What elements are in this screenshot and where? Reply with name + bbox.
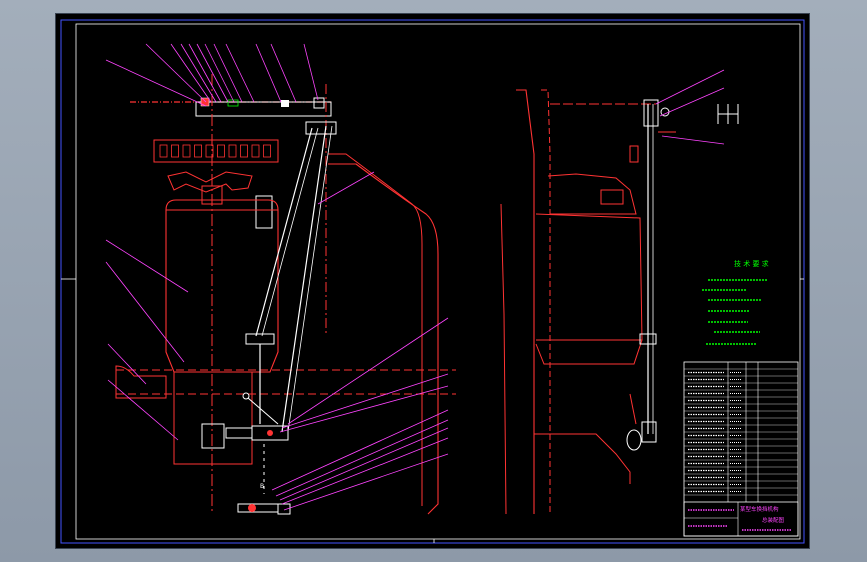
lower-housing bbox=[173, 372, 253, 465]
gearbox-lever bbox=[237, 503, 279, 513]
leader-line bbox=[281, 373, 449, 429]
technical-notes: 技 术 要 求 bbox=[702, 259, 769, 345]
drawing-name-line1: 某型车换挡机构 bbox=[740, 505, 779, 513]
side-bracket bbox=[629, 145, 639, 163]
note-lines bbox=[702, 279, 768, 345]
lever-guide bbox=[629, 393, 637, 425]
leader-line bbox=[145, 43, 207, 103]
grille-slot bbox=[194, 144, 202, 158]
push-rod-rear-edge bbox=[287, 125, 333, 433]
parts-list: 某型车换挡机构 总装配图 bbox=[683, 361, 799, 537]
right-side-view bbox=[500, 89, 739, 515]
gearbox-joint bbox=[277, 503, 291, 515]
outer-frame bbox=[60, 19, 805, 544]
leader-line bbox=[105, 239, 189, 293]
leader-line bbox=[180, 43, 217, 103]
rail-clip bbox=[227, 99, 239, 107]
leader-line bbox=[303, 43, 319, 101]
rail-bracket bbox=[313, 97, 325, 109]
leader-line bbox=[196, 43, 229, 103]
push-rod-rear bbox=[281, 125, 327, 433]
grille-slot bbox=[228, 144, 237, 158]
cab-outline-inner bbox=[328, 153, 423, 506]
arm-pivot bbox=[242, 392, 250, 400]
linkage-pivot bbox=[267, 430, 273, 436]
side-block bbox=[255, 195, 273, 229]
leader-line bbox=[107, 379, 179, 441]
valve-port bbox=[225, 427, 253, 439]
drawing-name-line2: 总装配图 bbox=[762, 516, 785, 524]
lower-valve bbox=[201, 423, 225, 449]
leader-line bbox=[105, 59, 207, 107]
grille-slots bbox=[159, 144, 271, 158]
lever-ball bbox=[626, 429, 642, 451]
gearbox-pivot bbox=[248, 504, 256, 512]
grille-slot bbox=[263, 144, 271, 158]
leader-line bbox=[204, 43, 235, 103]
leader-line bbox=[105, 261, 185, 363]
section-mark-label: B bbox=[260, 483, 264, 490]
cab-pillar-inner bbox=[541, 89, 551, 514]
assembly-drawing: B 技 术 要 求 某型车换挡机构 总装配图 bbox=[60, 19, 805, 544]
parts-list-rows bbox=[684, 368, 798, 496]
rail-bolt bbox=[200, 97, 210, 107]
leader-line bbox=[107, 343, 147, 385]
grille-slot bbox=[251, 144, 260, 158]
grille-slot bbox=[159, 144, 168, 158]
cab-back-wall bbox=[500, 203, 507, 515]
leader-line bbox=[661, 135, 725, 145]
leader-line bbox=[279, 427, 449, 501]
grille-slot bbox=[240, 144, 248, 158]
part-leaders-right bbox=[655, 69, 725, 145]
drawing-sheet[interactable]: B 技 术 要 求 某型车换挡机构 总装配图 bbox=[56, 14, 809, 548]
knob-plate bbox=[167, 171, 253, 193]
left-main-view: B bbox=[115, 74, 456, 515]
leader-line bbox=[655, 69, 725, 105]
leader-line bbox=[213, 43, 243, 103]
shift-pattern-icon bbox=[717, 104, 739, 124]
shift-rail bbox=[195, 101, 332, 117]
grille-slot bbox=[171, 144, 179, 158]
grille-slot bbox=[182, 144, 191, 158]
lever-foot bbox=[641, 421, 657, 443]
cab-pillar-outer bbox=[516, 89, 535, 514]
leader-line bbox=[279, 385, 449, 433]
leader-line bbox=[255, 43, 282, 103]
cylinder-body bbox=[165, 199, 279, 373]
notes-heading: 技 术 要 求 bbox=[734, 259, 769, 268]
rail-pin bbox=[281, 100, 289, 107]
push-rod-front-edge bbox=[261, 127, 319, 337]
leader-line bbox=[270, 43, 297, 103]
cad-viewport: B 技 术 要 求 某型车换挡机构 总装配图 bbox=[0, 0, 867, 562]
bellcrank-upper bbox=[245, 333, 275, 345]
floor-curve bbox=[534, 433, 631, 484]
push-rod-front bbox=[255, 127, 313, 337]
grille-slot bbox=[217, 144, 225, 158]
leader-line bbox=[659, 87, 725, 117]
leader-line bbox=[225, 43, 255, 103]
seat-body bbox=[535, 213, 643, 365]
seat-bracket bbox=[600, 189, 624, 205]
